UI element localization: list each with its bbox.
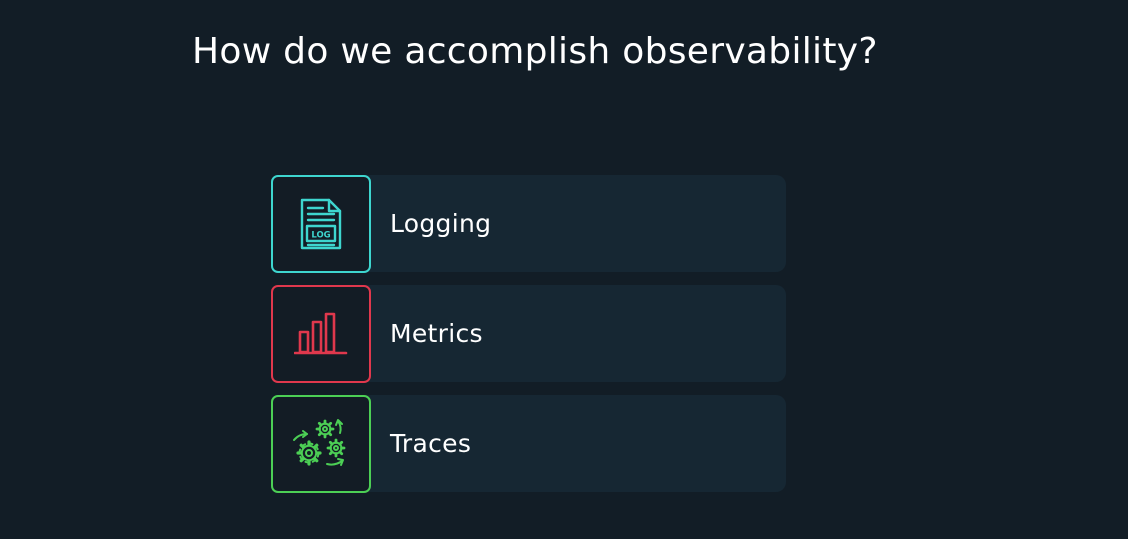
metrics-icon-box <box>271 285 371 383</box>
traces-icon-box <box>271 395 371 493</box>
item-panel <box>311 395 786 492</box>
gears-icon <box>293 419 346 466</box>
item-label-traces: Traces <box>390 429 472 458</box>
list-item-traces: Traces <box>271 395 786 493</box>
list-item-metrics: Metrics <box>271 285 786 383</box>
list-item-logging: LOG Logging <box>271 175 786 273</box>
log-badge-text: LOG <box>311 231 330 241</box>
observability-list: LOG Logging Metrics Traces <box>271 175 786 505</box>
item-label-logging: Logging <box>390 209 492 238</box>
item-panel <box>311 285 786 382</box>
item-panel <box>311 175 786 272</box>
log-file-icon: LOG <box>300 198 342 250</box>
logging-icon-box: LOG <box>271 175 371 273</box>
bar-chart-icon <box>294 312 348 355</box>
item-label-metrics: Metrics <box>390 319 483 348</box>
page-title: How do we accomplish observability? <box>192 31 878 72</box>
